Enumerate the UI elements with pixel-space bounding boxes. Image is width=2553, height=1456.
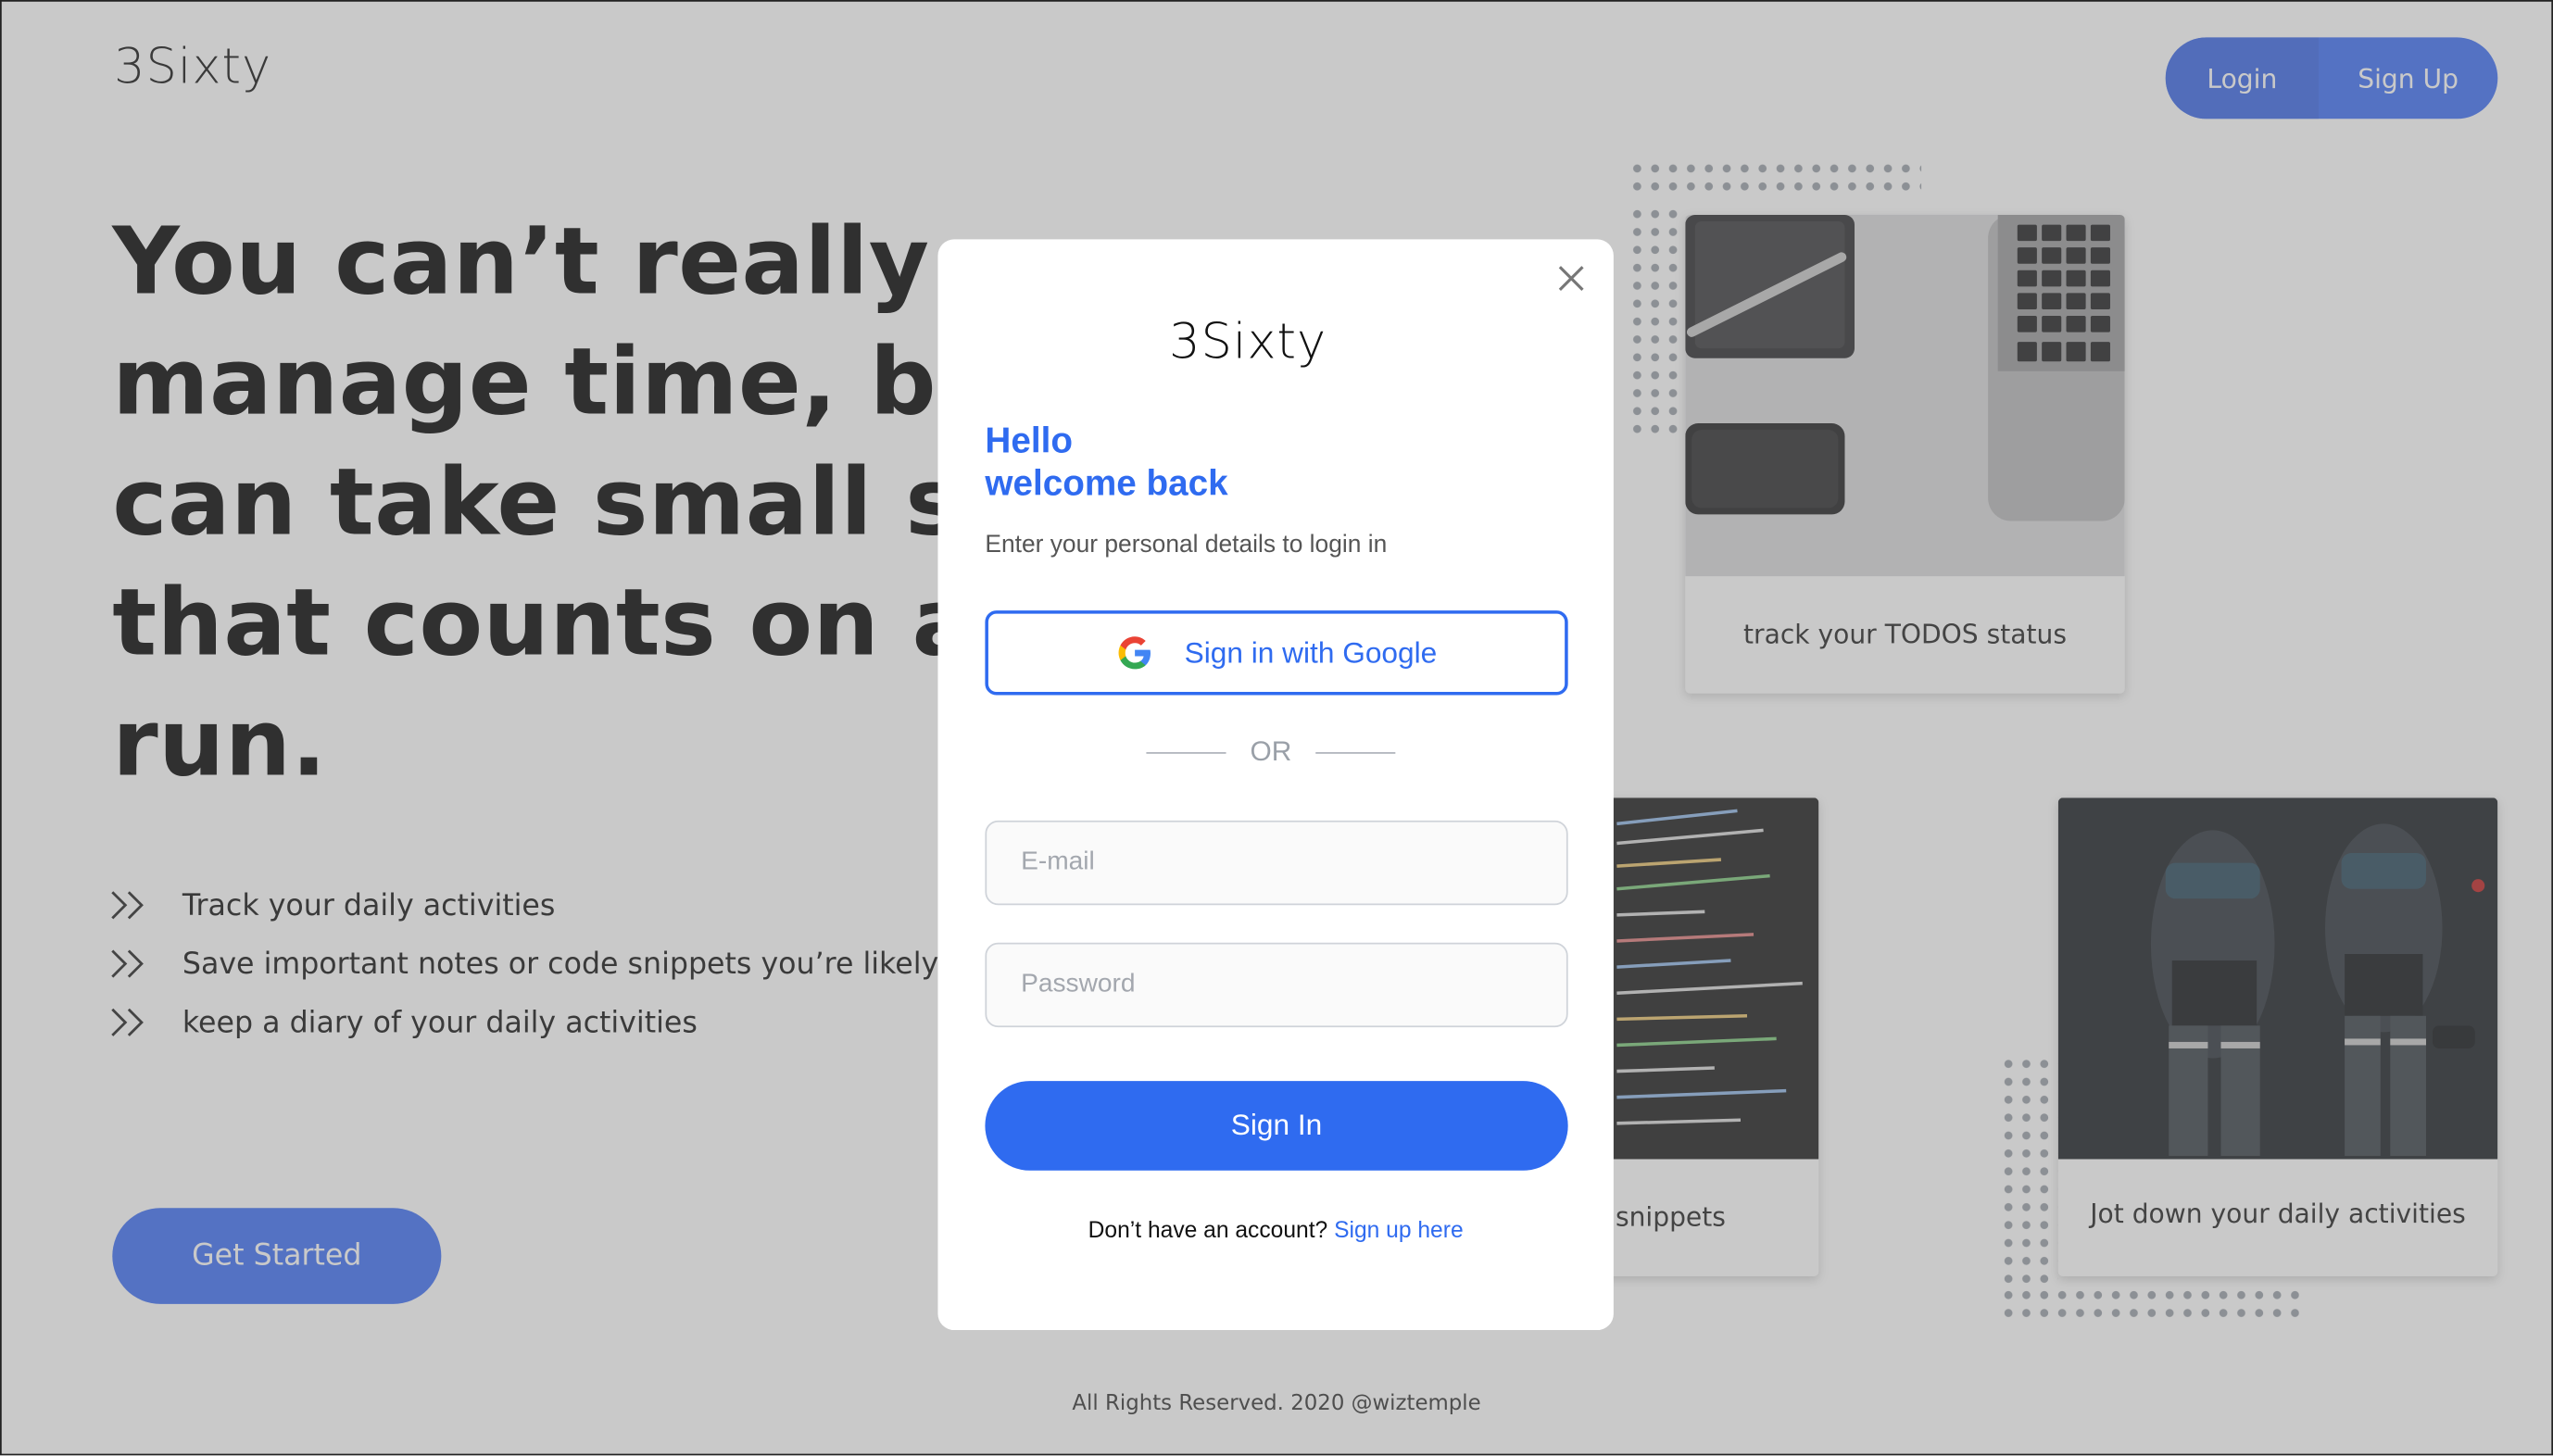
signup-prompt: Don’t have an account? Sign up here [937,1216,1613,1242]
divider-line [1146,751,1226,753]
sign-in-button[interactable]: Sign In [985,1081,1568,1171]
no-account-text: Don’t have an account? [1088,1216,1328,1243]
login-subtitle: Enter your personal details to login in [985,531,1388,559]
or-divider: OR [1146,734,1396,771]
greeting: Hello welcome back [985,420,1227,504]
signup-link[interactable]: Sign up here [1334,1216,1464,1242]
google-signin-label: Sign in with Google [1184,635,1438,669]
email-field[interactable] [985,820,1568,906]
divider-line [1315,751,1396,753]
greeting-line: welcome back [985,462,1228,504]
divider-text: OR [1250,735,1292,767]
close-icon[interactable] [1553,260,1590,296]
svg-text:3Sixty: 3Sixty [1169,314,1327,370]
password-field[interactable] [985,942,1568,1028]
google-icon [1119,636,1151,670]
greeting-line: Hello [985,420,1073,461]
modal-logo: 3Sixty [1169,314,1327,370]
password-input[interactable] [1017,968,1546,1001]
google-signin-button[interactable]: Sign in with Google [985,610,1568,696]
email-input[interactable] [1017,847,1546,880]
